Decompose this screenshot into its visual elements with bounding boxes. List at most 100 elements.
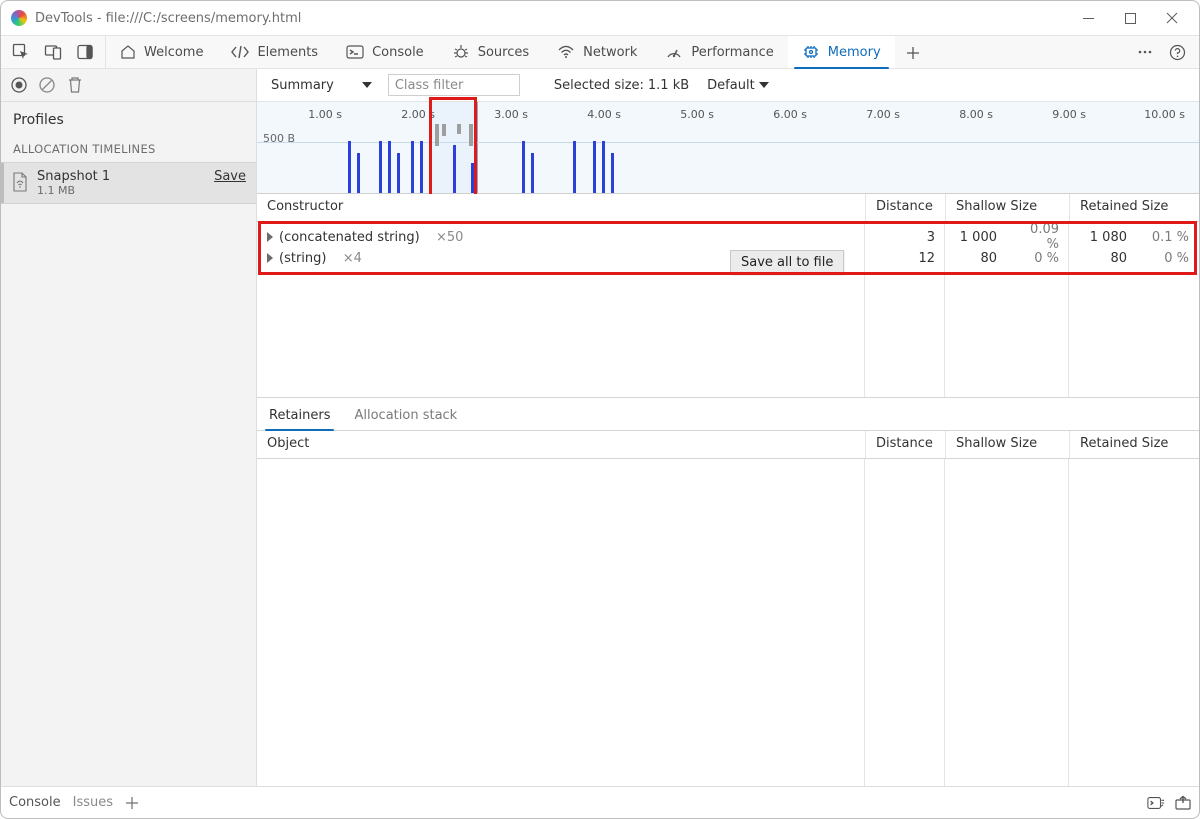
filter-dropdown-label: Default — [707, 78, 755, 93]
dropdown-caret-icon — [362, 82, 372, 88]
view-dropdown[interactable]: Summary — [265, 78, 378, 93]
tab-label: Sources — [478, 45, 529, 60]
snapshot-item[interactable]: Snapshot 1 1.1 MB Save — [1, 162, 256, 204]
bug-icon — [452, 44, 470, 60]
col-object[interactable]: Object — [257, 431, 865, 458]
overview-plot — [257, 124, 1199, 193]
tab-allocation-stack[interactable]: Allocation stack — [350, 401, 461, 430]
cell-distance: 12 — [865, 251, 945, 266]
cell-retained-pct: 0.1 % — [1137, 230, 1199, 245]
add-tab-button[interactable] — [895, 36, 931, 70]
allocation-overview[interactable]: 1.00 s 2.00 s 3.00 s 4.00 s 5.00 s 6.00 … — [257, 102, 1199, 194]
col-shallow[interactable]: Shallow Size — [945, 431, 1069, 458]
window-close-button[interactable] — [1151, 4, 1193, 32]
edge-favicon-icon — [11, 10, 27, 26]
tab-sources[interactable]: Sources — [438, 36, 543, 68]
snapshot-name: Snapshot 1 — [37, 169, 110, 184]
chip-icon — [802, 44, 820, 60]
col-constructor[interactable]: Constructor — [257, 194, 865, 221]
expand-icon[interactable] — [267, 253, 273, 263]
help-icon[interactable] — [1161, 35, 1193, 69]
table-header: Constructor Distance Shallow Size Retain… — [257, 194, 1199, 222]
col-retained[interactable]: Retained Size — [1069, 431, 1199, 458]
cell-shallow: 1 000 — [945, 230, 1007, 245]
selection-marker — [1, 163, 4, 203]
window-maximize-button[interactable] — [1109, 4, 1151, 32]
tick: 10.00 s — [1144, 108, 1185, 121]
tick: 1.00 s — [308, 108, 342, 121]
retainers-header: Object Distance Shallow Size Retained Si… — [257, 431, 1199, 459]
table-row[interactable]: (concatenated string) ×50 3 1 000 0.09 %… — [257, 222, 1199, 246]
col-shallow[interactable]: Shallow Size — [945, 194, 1069, 221]
cell-shallow: 80 — [945, 251, 1007, 266]
constructor-count: ×50 — [436, 230, 463, 245]
snapshot-save-link[interactable]: Save — [214, 169, 246, 184]
dropdown-caret-icon — [759, 82, 769, 88]
dock-side-icon[interactable] — [69, 35, 101, 69]
tick: 7.00 s — [866, 108, 900, 121]
tab-welcome[interactable]: Welcome — [106, 36, 217, 68]
expand-icon[interactable] — [267, 232, 273, 242]
code-icon — [231, 44, 249, 60]
cell-retained: 80 — [1069, 251, 1137, 266]
footer-add-button[interactable] — [125, 796, 139, 810]
footer-issues[interactable]: Issues — [73, 795, 113, 810]
content-area: Profiles ALLOCATION TIMELINES Snapshot 1… — [1, 69, 1199, 786]
tab-label: Welcome — [144, 45, 203, 60]
window-titlebar: DevTools - file:///C:/screens/memory.htm… — [1, 1, 1199, 35]
devtools-tabstrip: Welcome Elements Console Sources Network… — [1, 35, 1199, 69]
wifi-icon — [557, 44, 575, 60]
table-row[interactable]: (string) ×4 12 80 0 % 80 0 % — [257, 246, 1199, 270]
home-icon — [120, 44, 136, 60]
overview-ticks: 1.00 s 2.00 s 3.00 s 4.00 s 5.00 s 6.00 … — [257, 108, 1199, 122]
window-title: DevTools - file:///C:/screens/memory.htm… — [35, 11, 301, 26]
devtools-window: DevTools - file:///C:/screens/memory.htm… — [0, 0, 1200, 819]
tick: 9.00 s — [1052, 108, 1086, 121]
col-retained[interactable]: Retained Size — [1069, 194, 1199, 221]
filter-bar: Summary Class filter Selected size: 1.1 … — [257, 69, 1199, 102]
console-icon — [346, 44, 364, 60]
tab-label: Console — [372, 45, 424, 60]
tab-retainers[interactable]: Retainers — [265, 401, 334, 430]
constructor-name: (concatenated string) — [279, 230, 420, 245]
col-distance[interactable]: Distance — [865, 194, 945, 221]
main-panel: Summary Class filter Selected size: 1.1 … — [257, 69, 1199, 786]
class-filter-input[interactable]: Class filter — [388, 74, 520, 96]
record-button[interactable] — [7, 73, 31, 97]
tick: 8.00 s — [959, 108, 993, 121]
device-toolbar-icon[interactable] — [37, 35, 69, 69]
window-minimize-button[interactable] — [1067, 4, 1109, 32]
tab-label: Network — [583, 45, 637, 60]
tab-console[interactable]: Console — [332, 36, 438, 68]
selected-size-label: Selected size: — [554, 78, 644, 93]
clear-button[interactable] — [35, 73, 59, 97]
context-tooltip[interactable]: Save all to file — [730, 250, 844, 275]
col-distance[interactable]: Distance — [865, 431, 945, 458]
table-body: (concatenated string) ×50 3 1 000 0.09 %… — [257, 222, 1199, 398]
cell-shallow-pct: 0 % — [1007, 251, 1069, 266]
view-dropdown-label: Summary — [271, 78, 334, 93]
cell-shallow-pct: 0.09 % — [1007, 222, 1069, 252]
delete-button[interactable] — [63, 73, 87, 97]
filter-dropdown[interactable]: Default — [701, 78, 775, 93]
selected-size-value: 1.1 kB — [648, 78, 689, 93]
gauge-icon — [665, 44, 683, 60]
constructor-count: ×4 — [343, 251, 362, 266]
sidebar-toolbar — [1, 69, 256, 102]
tab-network[interactable]: Network — [543, 36, 651, 68]
footer-expand-icon[interactable] — [1175, 796, 1191, 810]
profiles-sidebar: Profiles ALLOCATION TIMELINES Snapshot 1… — [1, 69, 257, 786]
footer-console[interactable]: Console — [9, 795, 61, 810]
class-filter-placeholder: Class filter — [395, 78, 464, 93]
footer-terminal-icon[interactable] — [1147, 796, 1165, 810]
retainers-tabstrip: Retainers Allocation stack — [257, 398, 1199, 431]
more-options-icon[interactable] — [1129, 35, 1161, 69]
tab-memory[interactable]: Memory — [788, 36, 895, 68]
tick: 5.00 s — [680, 108, 714, 121]
snapshot-file-icon — [11, 171, 29, 193]
tab-performance[interactable]: Performance — [651, 36, 787, 68]
inspect-element-icon[interactable] — [5, 35, 37, 69]
tick: 4.00 s — [587, 108, 621, 121]
tab-label: Performance — [691, 45, 773, 60]
tab-elements[interactable]: Elements — [217, 36, 332, 68]
